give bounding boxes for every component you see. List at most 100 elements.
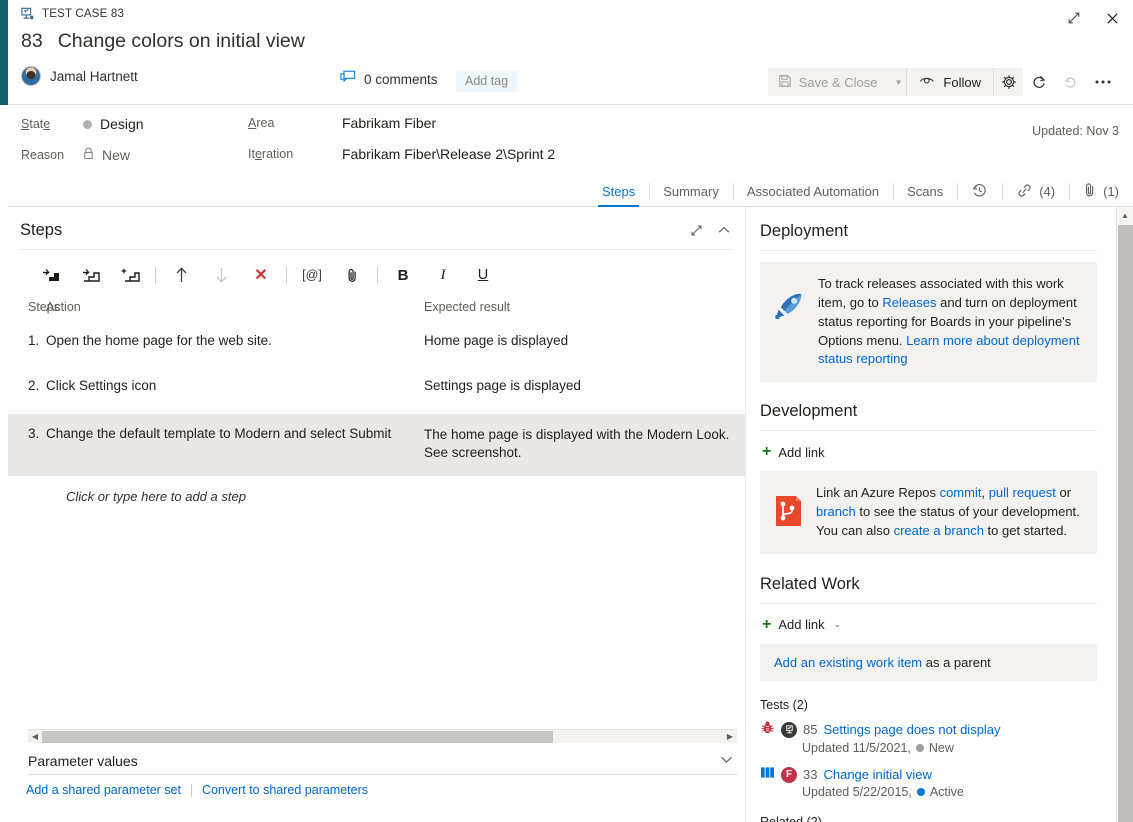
assigned-to-row[interactable]: Jamal Hartnett [21, 66, 138, 86]
toolbar-divider [155, 267, 156, 284]
move-up-icon[interactable] [161, 261, 201, 289]
close-icon[interactable] [1099, 6, 1125, 30]
save-and-close-label: Save & Close [799, 75, 878, 90]
development-sep-1: , [981, 485, 988, 500]
bold-icon[interactable]: B [383, 261, 423, 289]
state-dot-icon [916, 744, 924, 752]
work-item-type-row: TEST CASE 83 [21, 7, 124, 21]
field-iteration-value[interactable]: Fabrikam Fiber\Release 2\Sprint 2 [342, 146, 555, 162]
parameter-icon[interactable]: [@] [292, 261, 332, 289]
comment-icon [340, 70, 356, 89]
related-item-title[interactable]: Settings page does not display [823, 722, 1000, 737]
tab-history[interactable] [957, 176, 1002, 207]
tab-steps-label: Steps [602, 184, 635, 199]
comments-button[interactable]: 0 comments [340, 70, 438, 89]
tests-group-title: Tests (2) [760, 698, 1115, 712]
scrollbar-thumb[interactable] [1118, 225, 1133, 822]
scroll-up-icon[interactable]: ▲ [1117, 207, 1133, 224]
branch-link[interactable]: branch [816, 504, 856, 519]
step-action[interactable]: Click Settings icon [46, 378, 424, 393]
steps-table: Steps Action Expected result 1. Open the… [8, 298, 745, 504]
delete-icon[interactable]: ✕ [241, 261, 281, 289]
field-area-label: Area [248, 116, 310, 130]
bug-icon [760, 720, 775, 740]
collapse-steps-icon[interactable] [715, 221, 733, 239]
scroll-left-icon[interactable]: ◀ [28, 732, 42, 741]
work-item-id: 83 [21, 30, 43, 53]
follow-button[interactable]: Follow [907, 68, 993, 96]
insert-shared-steps-icon[interactable] [110, 261, 150, 289]
tab-divider [733, 183, 734, 200]
add-step-placeholder[interactable]: Click or type here to add a step [8, 476, 745, 504]
italic-icon[interactable]: I [423, 261, 463, 289]
related-item-updated: Updated 5/22/2015, [802, 785, 912, 799]
tab-links[interactable]: (4) [1002, 176, 1069, 207]
col-header-steps: Steps [8, 300, 46, 314]
related-work-add-link-label: Add link [778, 617, 824, 632]
insert-step-above-icon[interactable] [30, 261, 70, 289]
add-existing-work-item-link[interactable]: Add an existing work item [774, 655, 922, 670]
create-branch-link[interactable]: create a branch [894, 523, 984, 538]
commit-link[interactable]: commit [940, 485, 982, 500]
development-add-link-button[interactable]: + Add link [762, 444, 1115, 460]
field-state: State Design [21, 116, 144, 132]
field-area: Area Fabrikam Fiber [248, 115, 436, 131]
details-pane-scrollbar[interactable]: ▲ [1116, 207, 1133, 822]
steps-horizontal-scrollbar[interactable]: ◀ ▶ [28, 729, 737, 743]
attachment-icon[interactable] [332, 261, 372, 289]
chevron-down-icon[interactable]: ▼ [895, 78, 903, 87]
step-action[interactable]: Change the default template to Modern an… [46, 426, 424, 441]
parameter-values-title: Parameter values [28, 753, 138, 769]
save-and-close-button[interactable]: Save & Close ▼ [768, 68, 907, 96]
expand-steps-icon[interactable] [687, 221, 705, 239]
scrollbar-track[interactable] [42, 731, 723, 743]
expand-diagonal-icon[interactable] [1061, 6, 1087, 30]
tab-steps[interactable]: Steps [588, 176, 649, 207]
deployment-info-card: To track releases associated with this w… [760, 262, 1097, 382]
field-state-value[interactable]: Design [83, 116, 144, 132]
tab-summary[interactable]: Summary [649, 176, 733, 207]
related-work-add-link-button[interactable]: + Add link ⌄ [762, 617, 1115, 633]
related-item-title[interactable]: Change initial view [823, 767, 931, 782]
section-divider [760, 430, 1097, 431]
step-expected[interactable]: The home page is displayed with the Mode… [424, 426, 745, 462]
table-row[interactable]: 3. Change the default template to Modern… [8, 414, 745, 476]
step-expected[interactable]: Settings page is displayed [424, 378, 745, 393]
related-item-id: 33 [803, 767, 817, 782]
step-action[interactable]: Open the home page for the web site. [46, 333, 424, 348]
table-row[interactable]: 2. Click Settings icon Settings page is … [8, 369, 745, 402]
reason-text: New [102, 147, 130, 163]
col-header-action: Action [46, 300, 424, 314]
tab-scans[interactable]: Scans [893, 176, 957, 207]
field-area-value[interactable]: Fabrikam Fiber [342, 115, 436, 131]
scroll-right-icon[interactable]: ▶ [723, 732, 737, 741]
releases-link[interactable]: Releases [882, 295, 936, 310]
work-item-title[interactable]: Change colors on initial view [58, 30, 305, 53]
add-tag-button[interactable]: Add tag [456, 71, 517, 92]
chevron-down-icon[interactable]: ⌄ [834, 619, 842, 630]
step-expected[interactable]: Home page is displayed [424, 333, 745, 348]
related-item-id: 85 [803, 722, 817, 737]
tab-divider [649, 183, 650, 200]
list-item[interactable]: 85 Settings page does not display Update… [760, 720, 1115, 755]
pull-request-link[interactable]: pull request [989, 485, 1056, 500]
tab-associated-automation[interactable]: Associated Automation [733, 176, 893, 207]
chevron-down-icon[interactable] [720, 751, 733, 769]
list-item[interactable]: F 33 Change initial view Updated 5/22/20… [760, 766, 1115, 799]
undo-icon [1055, 68, 1087, 96]
gear-icon[interactable] [993, 68, 1023, 96]
tab-divider [893, 183, 894, 200]
add-shared-parameter-set-link[interactable]: Add a shared parameter set [26, 783, 181, 797]
convert-to-shared-parameters-link[interactable]: Convert to shared parameters [202, 783, 368, 797]
tab-divider [1069, 183, 1070, 200]
refresh-icon[interactable] [1023, 68, 1055, 96]
scrollbar-thumb[interactable] [42, 731, 553, 743]
related-item-meta: Updated 5/22/2015, Active [802, 785, 1115, 799]
table-row[interactable]: 1. Open the home page for the web site. … [8, 324, 745, 357]
more-options-icon[interactable] [1087, 68, 1119, 96]
insert-step-below-icon[interactable] [70, 261, 110, 289]
tab-attachments-count: (1) [1103, 184, 1119, 199]
underline-icon[interactable]: U [463, 261, 503, 289]
tab-attachments[interactable]: (1) [1069, 176, 1133, 207]
steps-title: Steps [20, 221, 62, 240]
